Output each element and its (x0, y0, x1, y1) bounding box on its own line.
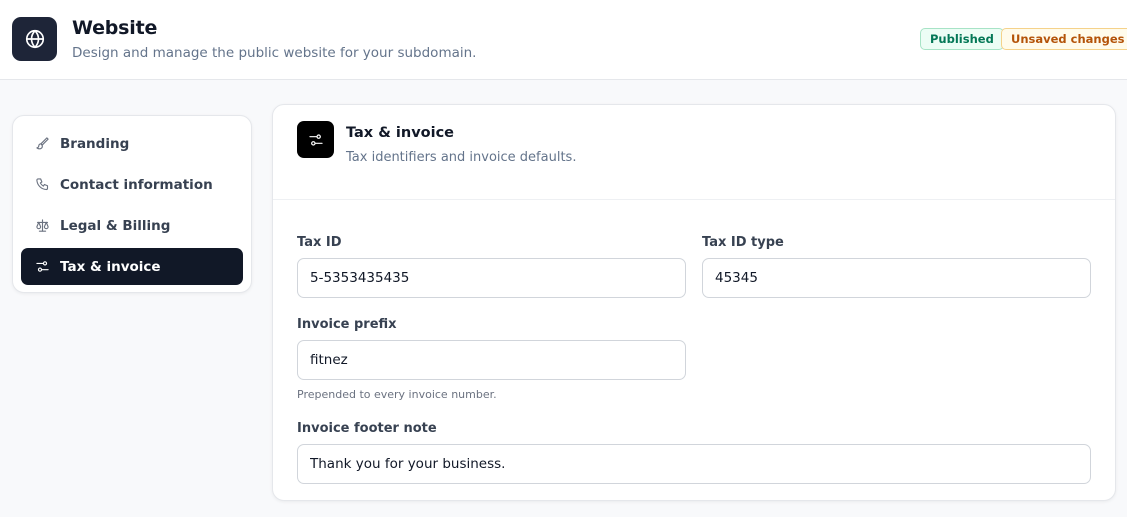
sidebar-item-label: Branding (60, 135, 130, 152)
phone-icon (34, 177, 50, 193)
paintbrush-icon (34, 136, 50, 152)
invoice-footer-note-input[interactable] (297, 444, 1091, 484)
unsaved-changes-badge: Unsaved changes (1001, 28, 1127, 50)
tax-id-input[interactable] (297, 258, 686, 298)
page-header: Website Design and manage the public web… (0, 0, 1127, 80)
sliders-icon (34, 259, 50, 275)
section-subtitle: Tax identifiers and invoice defaults. (346, 150, 577, 165)
globe-icon (12, 17, 57, 61)
page-title: Website (72, 17, 158, 39)
invoice-prefix-hint: Prepended to every invoice number. (297, 388, 497, 401)
sidebar-item-legal-billing[interactable]: Legal & Billing (21, 207, 243, 244)
invoice-footer-note-label: Invoice footer note (297, 421, 437, 436)
tax-id-type-input[interactable] (702, 258, 1091, 298)
scale-icon (34, 218, 50, 234)
sidebar-item-contact-information[interactable]: Contact information (21, 166, 243, 203)
sidebar-item-tax-invoice[interactable]: Tax & invoice (21, 248, 243, 285)
section-title: Tax & invoice (346, 125, 455, 141)
sidebar-item-label: Tax & invoice (60, 258, 161, 275)
invoice-prefix-label: Invoice prefix (297, 317, 397, 332)
section-divider (273, 199, 1115, 200)
tax-id-type-label: Tax ID type (702, 235, 784, 250)
sidebar-item-label: Contact information (60, 176, 213, 193)
published-badge: Published (920, 28, 1004, 50)
settings-sidebar: Branding Contact information Legal & Bil… (12, 115, 252, 293)
invoice-prefix-input[interactable] (297, 340, 686, 380)
sidebar-item-branding[interactable]: Branding (21, 125, 243, 162)
sidebar-item-label: Legal & Billing (60, 217, 171, 234)
tax-id-label: Tax ID (297, 235, 342, 250)
tax-invoice-panel: Tax & invoice Tax identifiers and invoic… (272, 104, 1116, 501)
sliders-icon (297, 121, 334, 158)
page-subtitle: Design and manage the public website for… (72, 45, 477, 61)
